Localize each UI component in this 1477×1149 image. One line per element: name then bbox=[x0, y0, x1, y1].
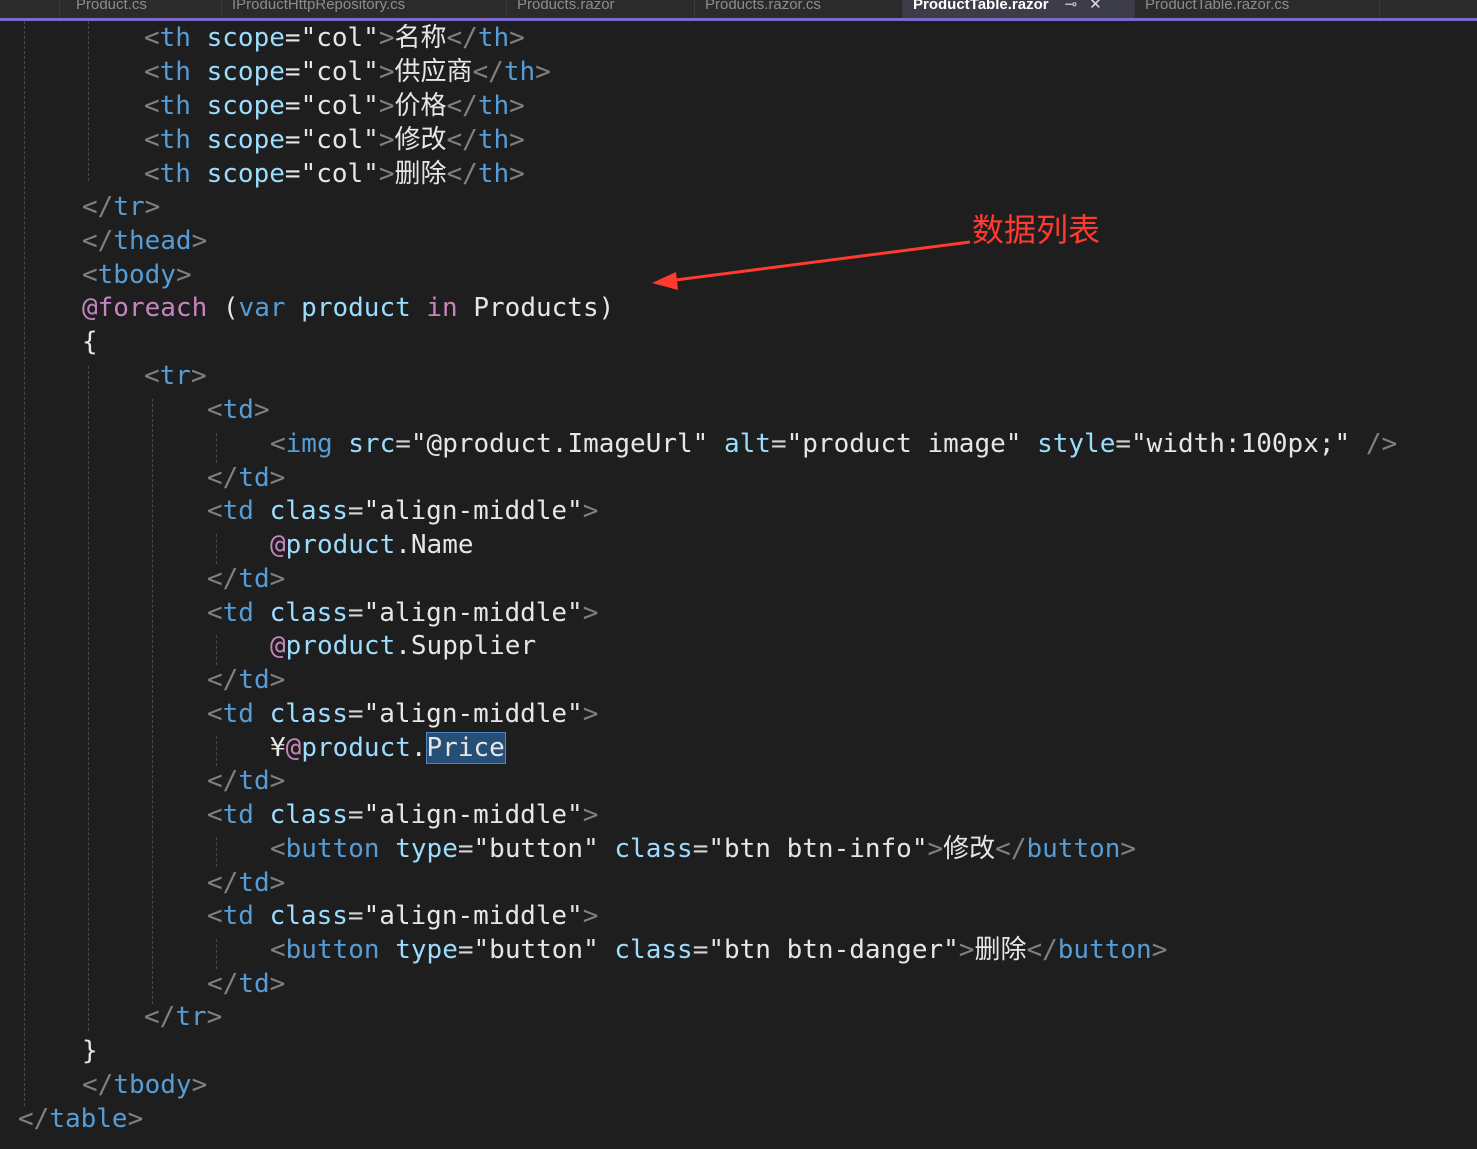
arrow-head bbox=[652, 272, 678, 290]
arrow-line bbox=[667, 240, 971, 283]
annotation-label: 数据列表 bbox=[972, 211, 1101, 249]
annotation-arrow bbox=[652, 240, 971, 290]
